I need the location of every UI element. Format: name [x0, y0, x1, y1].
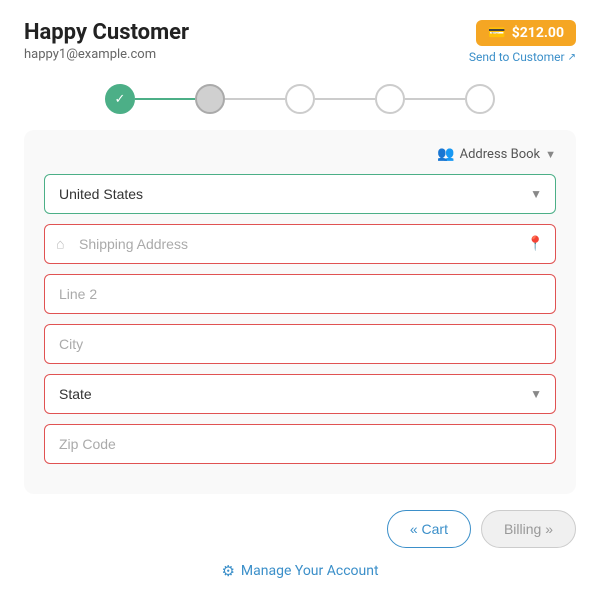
customer-email: happy1@example.com — [24, 47, 189, 62]
step-line-2 — [225, 98, 285, 100]
chevron-down-icon: ▼ — [545, 148, 556, 161]
step-line-3 — [315, 98, 375, 100]
step-5[interactable] — [465, 84, 495, 114]
shipping-address-input[interactable] — [44, 224, 556, 264]
header: Happy Customer happy1@example.com 💳 $212… — [0, 0, 600, 76]
line2-field[interactable] — [44, 274, 556, 314]
price-amount: $212.00 — [512, 25, 564, 41]
step-line-1 — [135, 98, 195, 100]
state-select[interactable]: State — [44, 374, 556, 414]
address-book-label: Address Book — [460, 147, 540, 162]
card-icon: 💳 — [488, 25, 505, 41]
main-card: 👥 Address Book ▼ United States ▼ ⌂ 📍 — [24, 130, 576, 494]
customer-name: Happy Customer — [24, 20, 189, 45]
state-field[interactable]: State ▼ — [44, 374, 556, 414]
stepper: ✓ — [0, 76, 600, 130]
billing-button[interactable]: Billing » — [481, 510, 576, 548]
shipping-address-field[interactable]: ⌂ 📍 — [44, 224, 556, 264]
price-tag: 💳 $212.00 — [476, 20, 576, 46]
city-field[interactable] — [44, 324, 556, 364]
step-1[interactable]: ✓ — [105, 84, 135, 114]
cart-button[interactable]: « Cart — [387, 510, 471, 548]
step-3[interactable] — [285, 84, 315, 114]
send-link-label: Send to Customer — [469, 50, 565, 64]
location-pin-icon: 📍 — [527, 236, 544, 252]
country-select[interactable]: United States — [44, 174, 556, 214]
send-to-customer-link[interactable]: Send to Customer ↗ — [469, 50, 576, 64]
page-wrapper: Happy Customer happy1@example.com 💳 $212… — [0, 0, 600, 593]
zip-input[interactable] — [44, 424, 556, 464]
manage-account-label: Manage Your Account — [241, 563, 379, 579]
address-book-link[interactable]: 👥 Address Book ▼ — [44, 146, 556, 162]
city-input[interactable] — [44, 324, 556, 364]
step-4[interactable] — [375, 84, 405, 114]
action-buttons: « Cart Billing » — [0, 494, 600, 556]
price-badge: 💳 $212.00 Send to Customer ↗ — [469, 20, 576, 64]
customer-info: Happy Customer happy1@example.com — [24, 20, 189, 62]
line2-input[interactable] — [44, 274, 556, 314]
home-icon: ⌂ — [56, 236, 64, 253]
country-field[interactable]: United States ▼ — [44, 174, 556, 214]
gear-icon: ⚙ — [221, 562, 234, 580]
external-link-icon: ↗ — [568, 52, 576, 63]
zip-field[interactable] — [44, 424, 556, 464]
step-line-4 — [405, 98, 465, 100]
address-book-icon: 👥 — [437, 146, 454, 162]
manage-account-link[interactable]: ⚙ Manage Your Account — [0, 562, 600, 580]
step-2[interactable] — [195, 84, 225, 114]
